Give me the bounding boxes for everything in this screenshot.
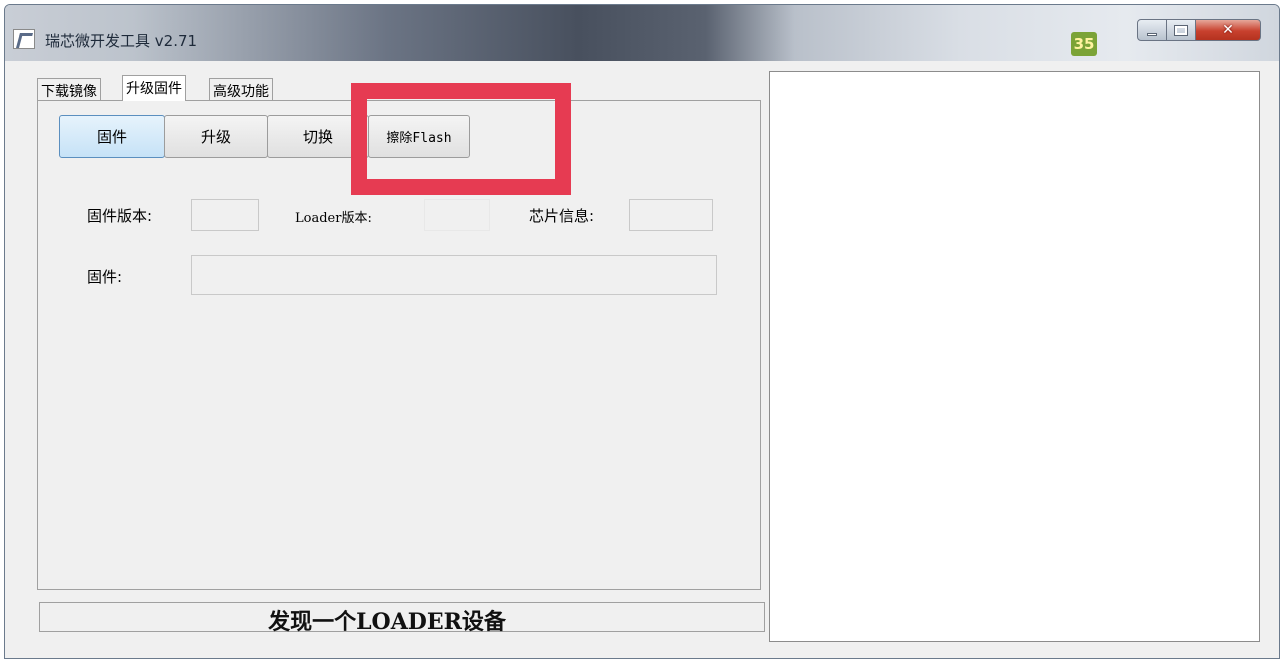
app-icon <box>13 29 35 49</box>
firmware-button[interactable]: 固件 <box>59 115 165 158</box>
status-bar: 发现一个LOADER设备 <box>39 602 765 635</box>
maximize-button[interactable] <box>1166 19 1196 41</box>
loader-version-label: Loader版本: <box>295 211 372 226</box>
firmware-path-field <box>191 255 717 295</box>
tab-panel-upgrade <box>37 100 761 590</box>
chip-info-label: 芯片信息: <box>529 207 595 225</box>
window-title: 瑞芯微开发工具 v2.71 <box>45 32 198 50</box>
upgrade-button[interactable]: 升级 <box>164 115 268 158</box>
title-bar[interactable]: 瑞芯微开发工具 v2.71 35 ✕ <box>5 5 1279 61</box>
loader-version-field <box>424 199 490 231</box>
close-button[interactable]: ✕ <box>1195 19 1261 41</box>
switch-button[interactable]: 切换 <box>267 115 369 158</box>
firmware-version-label: 固件版本: <box>87 207 153 225</box>
minimize-button[interactable] <box>1137 19 1167 41</box>
maximize-icon <box>1174 24 1188 36</box>
app-window: 瑞芯微开发工具 v2.71 35 ✕ 下载镜像 升级固件 高级功能 固件 升级 … <box>4 4 1280 659</box>
counter-badge: 35 <box>1071 32 1097 56</box>
close-icon: ✕ <box>1222 22 1234 38</box>
firmware-version-field <box>191 199 259 231</box>
log-output-panel[interactable] <box>769 71 1260 642</box>
chip-info-field <box>629 199 713 231</box>
tab-advanced-functions[interactable]: 高级功能 <box>209 78 273 100</box>
firmware-path-label: 固件: <box>87 268 123 286</box>
tab-download-image[interactable]: 下载镜像 <box>37 78 101 100</box>
erase-flash-button[interactable]: 擦除Flash <box>368 115 470 158</box>
status-text: 发现一个LOADER设备 <box>268 609 506 635</box>
minimize-icon <box>1147 32 1157 36</box>
tab-upgrade-firmware[interactable]: 升级固件 <box>122 75 186 101</box>
